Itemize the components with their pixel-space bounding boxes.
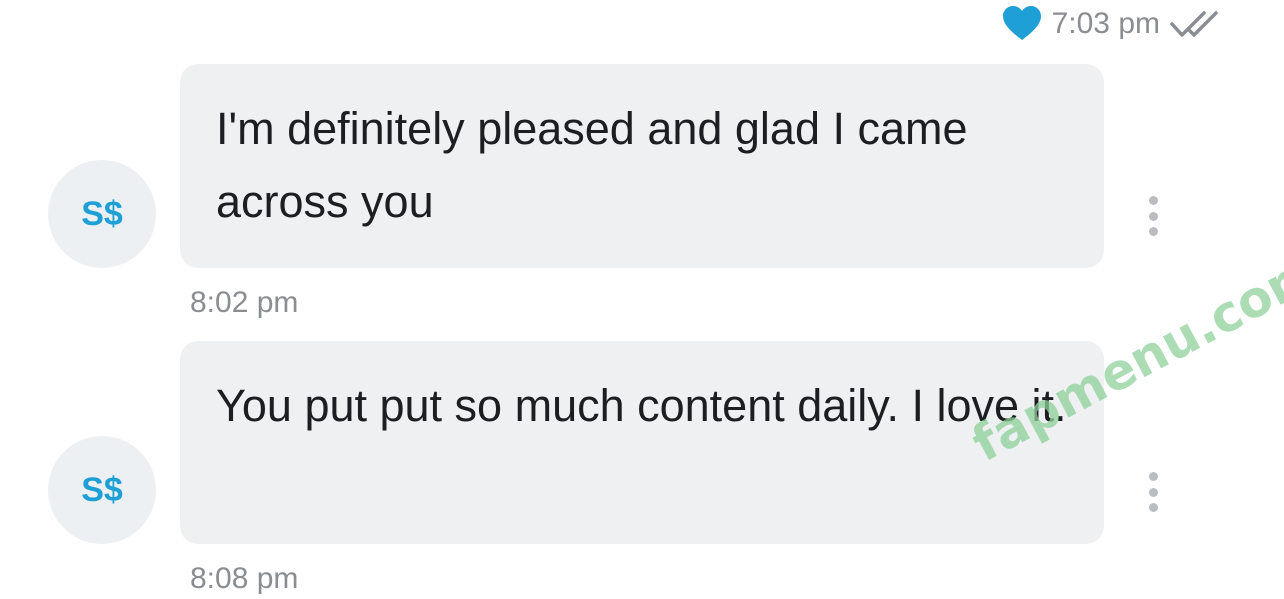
chat-screen: 7:03 pm S$ I'm definitely pleased and gl… xyxy=(0,0,1284,599)
avatar-initials: S$ xyxy=(81,194,123,233)
message-time: 8:08 pm xyxy=(190,562,299,595)
message-bubble[interactable]: I'm definitely pleased and glad I came a… xyxy=(180,64,1104,268)
more-options-icon[interactable] xyxy=(1146,472,1160,512)
previous-message-status: 7:03 pm xyxy=(1002,6,1226,42)
avatar[interactable]: S$ xyxy=(48,160,156,268)
more-options-icon[interactable] xyxy=(1146,196,1160,236)
message-time: 8:02 pm xyxy=(190,286,299,319)
message-text: You put put so much content daily. I lov… xyxy=(216,380,1067,431)
double-check-icon xyxy=(1170,9,1226,39)
avatar-initials: S$ xyxy=(81,470,123,509)
avatar[interactable]: S$ xyxy=(48,436,156,544)
heart-icon[interactable] xyxy=(1002,6,1042,42)
previous-message-time: 7:03 pm xyxy=(1051,7,1160,40)
message-text: I'm definitely pleased and glad I came a… xyxy=(216,103,968,227)
message-bubble[interactable]: You put put so much content daily. I lov… xyxy=(180,341,1104,544)
